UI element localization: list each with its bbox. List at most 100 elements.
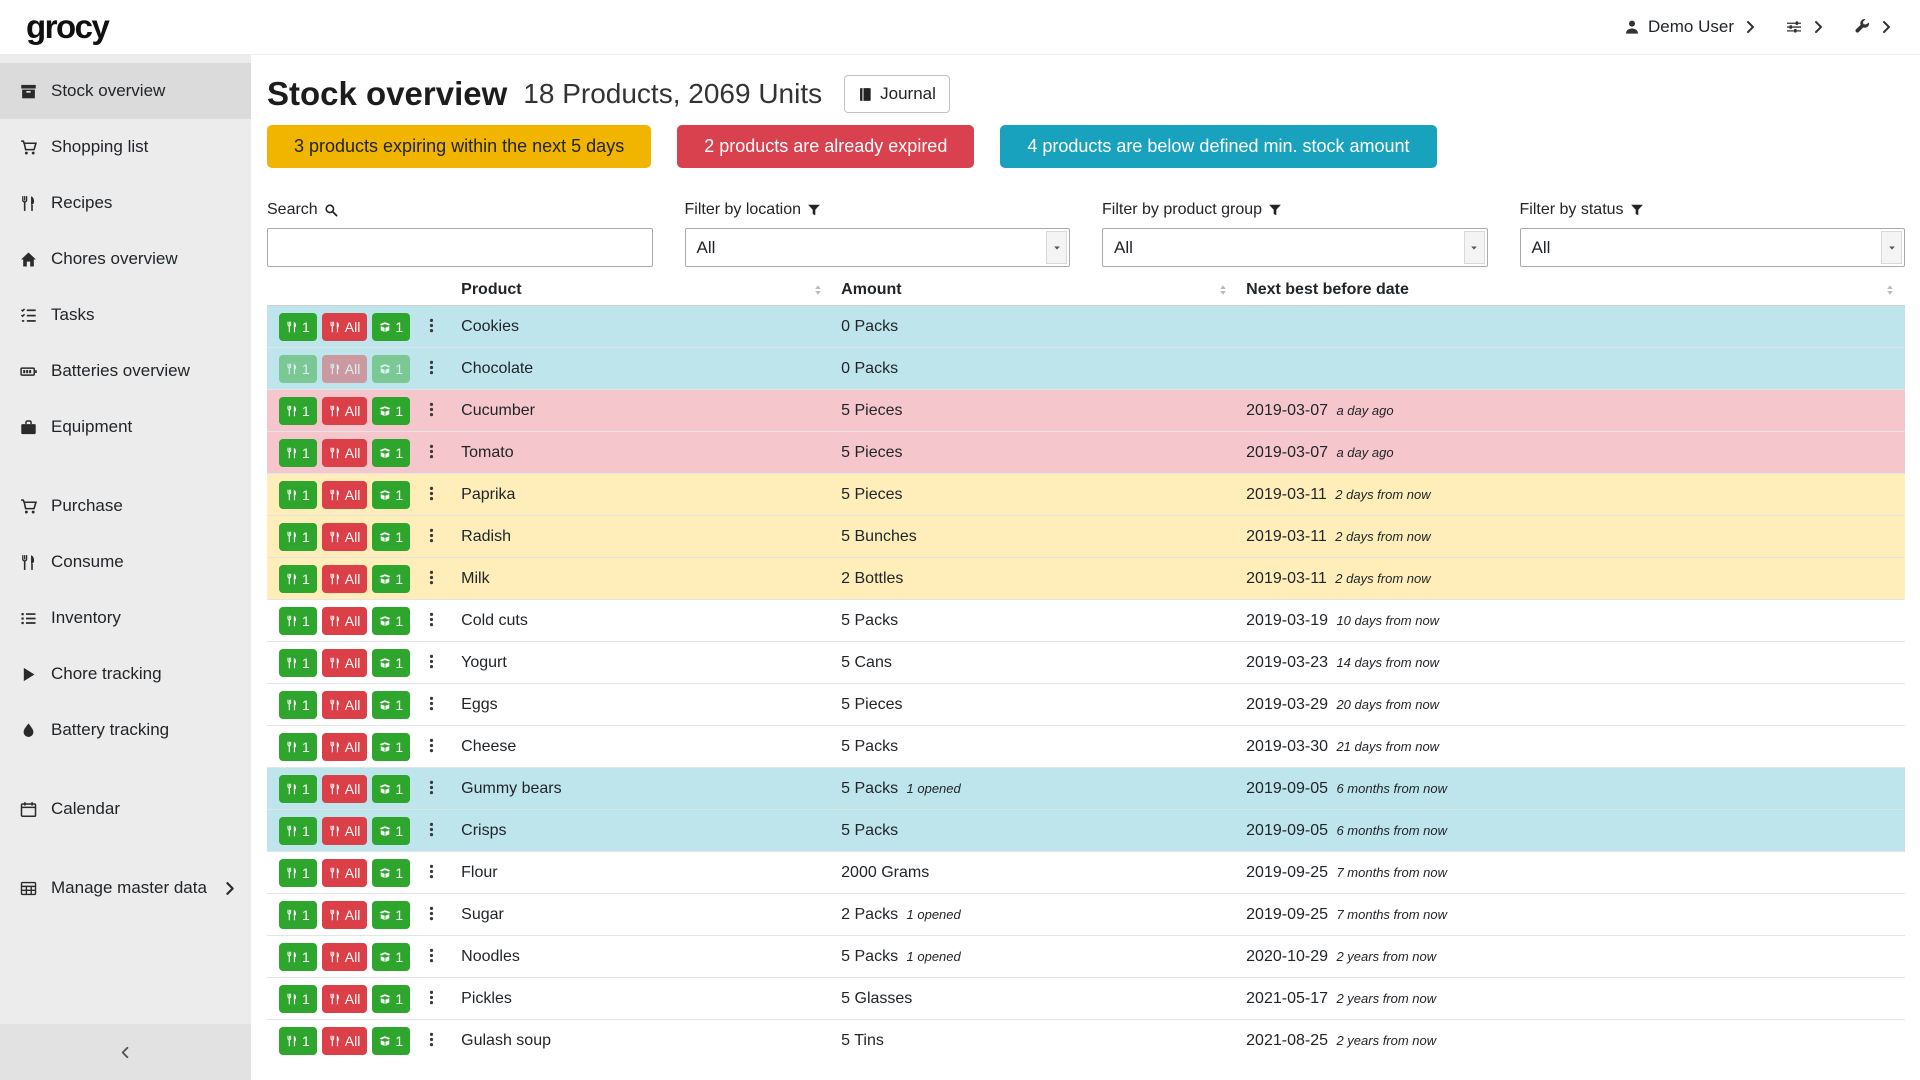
consume-all-button[interactable]: All bbox=[322, 691, 368, 719]
consume-all-button[interactable]: All bbox=[322, 649, 368, 677]
consume-all-button[interactable]: All bbox=[322, 943, 368, 971]
consume-one-button[interactable]: 1 bbox=[279, 1027, 317, 1055]
consume-all-button[interactable]: All bbox=[322, 775, 368, 803]
row-menu-button[interactable] bbox=[418, 735, 445, 759]
open-one-button[interactable]: 1 bbox=[372, 775, 410, 803]
consume-all-button[interactable]: All bbox=[322, 817, 368, 845]
open-one-button[interactable]: 1 bbox=[372, 943, 410, 971]
row-menu-button[interactable] bbox=[418, 987, 445, 1011]
row-menu-button[interactable] bbox=[418, 861, 445, 885]
status-alert-pill-1[interactable]: 2 products are already expired bbox=[677, 125, 974, 168]
sidebar-item-purchase[interactable]: Purchase bbox=[0, 478, 251, 534]
open-one-button[interactable]: 1 bbox=[372, 901, 410, 929]
sidebar-collapse-button[interactable] bbox=[0, 1024, 251, 1080]
row-menu-button[interactable] bbox=[418, 399, 445, 423]
consume-all-button[interactable]: All bbox=[322, 397, 368, 425]
row-menu-button[interactable] bbox=[418, 441, 445, 465]
sort-icon[interactable] bbox=[1883, 283, 1897, 297]
consume-all-button[interactable]: All bbox=[322, 1027, 368, 1055]
open-one-button[interactable]: 1 bbox=[372, 565, 410, 593]
row-menu-button[interactable] bbox=[418, 315, 445, 339]
open-one-button[interactable]: 1 bbox=[372, 733, 410, 761]
consume-all-button[interactable]: All bbox=[322, 901, 368, 929]
row-menu-button[interactable] bbox=[418, 693, 445, 717]
search-input[interactable] bbox=[267, 228, 653, 267]
sidebar-item-chore-tracking[interactable]: Chore tracking bbox=[0, 646, 251, 702]
admin-menu[interactable] bbox=[1854, 19, 1894, 35]
consume-one-button[interactable]: 1 bbox=[279, 481, 317, 509]
open-one-button[interactable]: 1 bbox=[372, 607, 410, 635]
consume-one-button[interactable]: 1 bbox=[279, 985, 317, 1013]
consume-one-button[interactable]: 1 bbox=[279, 817, 317, 845]
row-menu-button[interactable] bbox=[418, 777, 445, 801]
consume-one-button[interactable]: 1 bbox=[279, 397, 317, 425]
journal-button[interactable]: Journal bbox=[844, 75, 950, 113]
consume-all-button[interactable]: All bbox=[322, 481, 368, 509]
product-group-select[interactable]: All bbox=[1102, 228, 1488, 267]
consume-one-button[interactable]: 1 bbox=[279, 649, 317, 677]
sort-icon[interactable] bbox=[1216, 283, 1230, 297]
open-one-button[interactable]: 1 bbox=[372, 985, 410, 1013]
location-select[interactable]: All bbox=[685, 228, 1071, 267]
consume-one-button[interactable]: 1 bbox=[279, 859, 317, 887]
open-one-button[interactable]: 1 bbox=[372, 649, 410, 677]
consume-one-button[interactable]: 1 bbox=[279, 439, 317, 467]
consume-all-button[interactable]: All bbox=[322, 733, 368, 761]
user-menu[interactable]: Demo User bbox=[1624, 17, 1758, 37]
open-one-button[interactable]: 1 bbox=[372, 481, 410, 509]
sort-icon[interactable] bbox=[811, 283, 825, 297]
open-one-button[interactable]: 1 bbox=[372, 397, 410, 425]
status-alert-pill-2[interactable]: 4 products are below defined min. stock … bbox=[1000, 125, 1436, 168]
row-menu-button[interactable] bbox=[418, 525, 445, 549]
sidebar-item-batteries-overview[interactable]: Batteries overview bbox=[0, 343, 251, 399]
sidebar-item-tasks[interactable]: Tasks bbox=[0, 287, 251, 343]
row-menu-button[interactable] bbox=[418, 483, 445, 507]
sidebar-item-equipment[interactable]: Equipment bbox=[0, 399, 251, 455]
consume-all-button[interactable]: All bbox=[322, 523, 368, 551]
row-menu-button[interactable] bbox=[418, 609, 445, 633]
row-menu-button[interactable] bbox=[418, 1029, 445, 1053]
sidebar-item-stock-overview[interactable]: Stock overview bbox=[0, 63, 251, 119]
sidebar-item-calendar[interactable]: Calendar bbox=[0, 781, 251, 837]
open-one-button[interactable]: 1 bbox=[372, 1027, 410, 1055]
consume-all-button[interactable]: All bbox=[322, 985, 368, 1013]
settings-menu[interactable] bbox=[1786, 19, 1826, 35]
consume-one-button[interactable]: 1 bbox=[279, 733, 317, 761]
consume-all-button[interactable]: All bbox=[322, 313, 368, 341]
consume-one-button[interactable]: 1 bbox=[279, 691, 317, 719]
sidebar-item-manage-master-data[interactable]: Manage master data bbox=[0, 860, 251, 916]
sidebar-item-inventory[interactable]: Inventory bbox=[0, 590, 251, 646]
consume-all-button[interactable]: All bbox=[322, 355, 368, 383]
row-menu-button[interactable] bbox=[418, 567, 445, 591]
open-one-button[interactable]: 1 bbox=[372, 523, 410, 551]
consume-one-button[interactable]: 1 bbox=[279, 313, 317, 341]
sidebar-item-recipes[interactable]: Recipes bbox=[0, 175, 251, 231]
sidebar-item-shopping-list[interactable]: Shopping list bbox=[0, 119, 251, 175]
consume-one-button[interactable]: 1 bbox=[279, 775, 317, 803]
consume-one-button[interactable]: 1 bbox=[279, 523, 317, 551]
open-one-button[interactable]: 1 bbox=[372, 817, 410, 845]
open-one-button[interactable]: 1 bbox=[372, 313, 410, 341]
open-one-button[interactable]: 1 bbox=[372, 691, 410, 719]
consume-all-button[interactable]: All bbox=[322, 859, 368, 887]
row-menu-button[interactable] bbox=[418, 651, 445, 675]
row-menu-button[interactable] bbox=[418, 819, 445, 843]
status-alert-pill-0[interactable]: 3 products expiring within the next 5 da… bbox=[267, 125, 651, 168]
open-one-button[interactable]: 1 bbox=[372, 439, 410, 467]
consume-one-button[interactable]: 1 bbox=[279, 901, 317, 929]
consume-all-button[interactable]: All bbox=[322, 607, 368, 635]
consume-one-button[interactable]: 1 bbox=[279, 943, 317, 971]
consume-one-button[interactable]: 1 bbox=[279, 355, 317, 383]
col-product[interactable]: Product bbox=[453, 275, 833, 306]
col-best-before[interactable]: Next best before date bbox=[1238, 275, 1905, 306]
sidebar-item-consume[interactable]: Consume bbox=[0, 534, 251, 590]
col-amount[interactable]: Amount bbox=[833, 275, 1238, 306]
status-select[interactable]: All bbox=[1520, 228, 1906, 267]
consume-all-button[interactable]: All bbox=[322, 565, 368, 593]
sidebar-item-battery-tracking[interactable]: Battery tracking bbox=[0, 702, 251, 758]
consume-one-button[interactable]: 1 bbox=[279, 607, 317, 635]
row-menu-button[interactable] bbox=[418, 903, 445, 927]
sidebar-item-chores-overview[interactable]: Chores overview bbox=[0, 231, 251, 287]
row-menu-button[interactable] bbox=[418, 945, 445, 969]
open-one-button[interactable]: 1 bbox=[372, 859, 410, 887]
